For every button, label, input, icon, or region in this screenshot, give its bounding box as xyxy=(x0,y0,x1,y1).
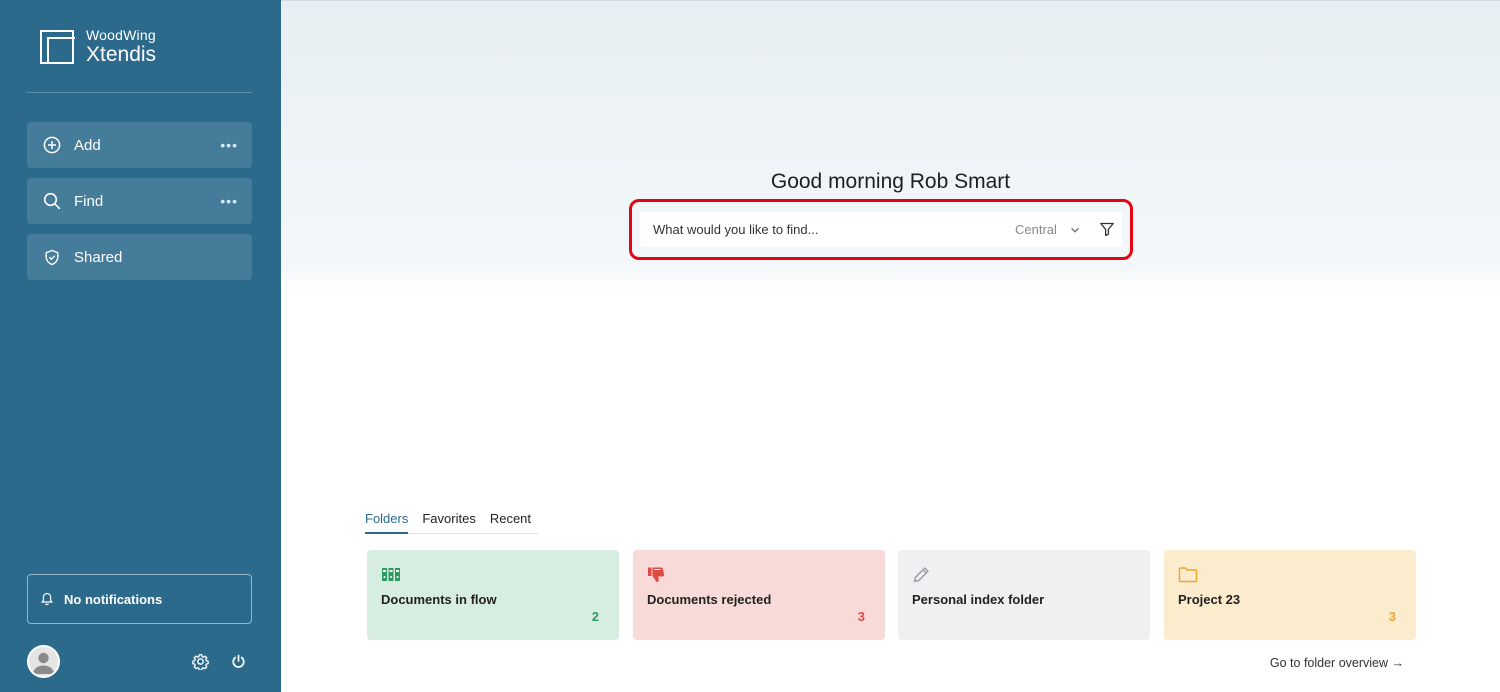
pencil-icon xyxy=(912,566,932,584)
more-options-icon[interactable]: ••• xyxy=(220,194,238,208)
sidebar-item-shared[interactable]: Shared xyxy=(27,234,252,280)
folder-card-documents-rejected[interactable]: Documents rejected 3 xyxy=(633,550,885,640)
thumbs-down-icon xyxy=(647,566,667,584)
settings-gear-icon[interactable] xyxy=(192,653,209,671)
logo-mark-icon xyxy=(40,29,75,64)
card-count: 3 xyxy=(857,609,865,624)
tab-recent[interactable]: Recent xyxy=(490,509,531,534)
folder-icon xyxy=(1178,566,1198,584)
brand-line2: Xtendis xyxy=(86,43,157,66)
shield-icon xyxy=(43,248,61,266)
binders-icon xyxy=(381,566,401,584)
chevron-down-icon[interactable] xyxy=(1069,223,1081,235)
notifications-button[interactable]: No notifications xyxy=(27,574,252,624)
power-icon[interactable] xyxy=(231,654,246,669)
logo-text: WoodWing Xtendis xyxy=(86,28,156,65)
folder-card-project-23[interactable]: Project 23 3 xyxy=(1164,550,1416,640)
tab-favorites[interactable]: Favorites xyxy=(422,509,475,534)
filter-icon[interactable] xyxy=(1099,221,1115,237)
user-avatar[interactable] xyxy=(27,645,60,678)
sidebar-divider xyxy=(27,92,252,93)
search-icon xyxy=(43,192,61,210)
tab-folders[interactable]: Folders xyxy=(365,509,409,534)
main-content: Good morning Rob Smart Central Folders F… xyxy=(281,0,1500,692)
notifications-label: No notifications xyxy=(64,591,163,607)
search-bar: Central xyxy=(640,212,1122,247)
sidebar-item-find[interactable]: Find ••• xyxy=(27,178,252,224)
plus-circle-icon xyxy=(43,136,61,154)
folder-card-personal-index-folder[interactable]: Personal index folder xyxy=(898,550,1150,640)
search-scope-select[interactable]: Central xyxy=(1015,222,1057,237)
card-title: Personal index folder xyxy=(912,592,1045,607)
sidebar-item-add[interactable]: Add ••• xyxy=(27,122,252,168)
card-title: Documents in flow xyxy=(381,592,497,607)
search-input[interactable] xyxy=(640,212,980,247)
brand-line1: WoodWing xyxy=(86,27,156,43)
sidebar: WoodWing Xtendis Add ••• Find ••• Shared… xyxy=(0,0,281,692)
go-to-folder-overview-link[interactable]: Go to folder overview → xyxy=(1270,656,1404,670)
greeting-heading: Good morning Rob Smart xyxy=(770,170,1011,193)
card-title: Project 23 xyxy=(1178,592,1241,607)
card-title: Documents rejected xyxy=(647,592,772,607)
sidebar-item-label: Add xyxy=(74,136,101,154)
sidebar-item-label: Shared xyxy=(74,248,123,266)
more-options-icon[interactable]: ••• xyxy=(220,138,238,152)
card-count: 3 xyxy=(1388,609,1396,624)
bell-icon xyxy=(40,592,54,606)
folder-tabs: Folders Favorites Recent xyxy=(365,509,538,534)
card-count: 2 xyxy=(591,609,599,624)
sidebar-item-label: Find xyxy=(74,192,104,210)
app-logo[interactable]: WoodWing Xtendis xyxy=(40,28,156,65)
folder-card-documents-in-flow[interactable]: Documents in flow 2 xyxy=(367,550,619,640)
